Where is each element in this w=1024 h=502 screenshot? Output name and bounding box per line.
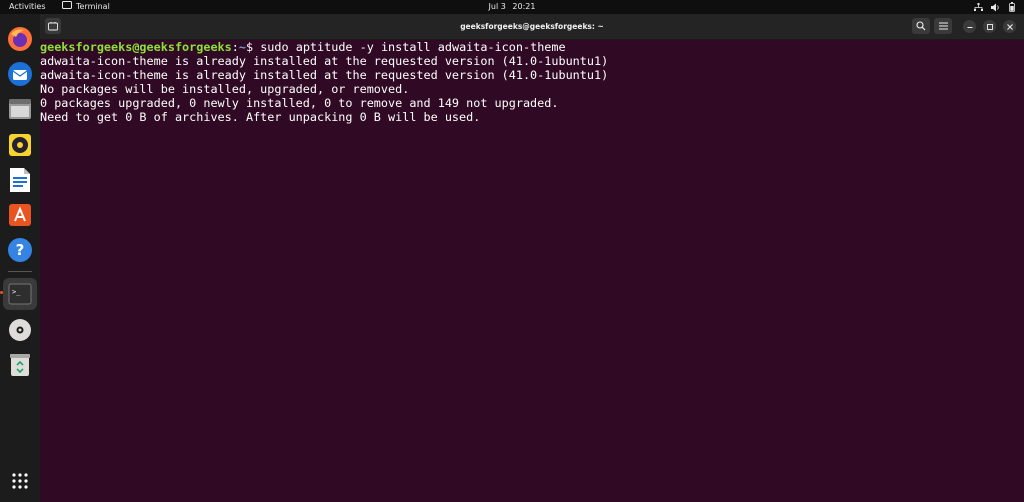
prompt-symbol: $ [245, 40, 261, 54]
output-line: adwaita-icon-theme is already installed … [40, 54, 609, 68]
help-icon-glyph: ? [16, 241, 25, 259]
dock: ? >_ [0, 14, 40, 502]
firefox-icon [8, 27, 32, 51]
output-line: Need to get 0 B of archives. After unpac… [40, 110, 481, 124]
trash-icon [10, 354, 30, 376]
files-icon [9, 99, 31, 119]
output-line: adwaita-icon-theme is already installed … [40, 68, 609, 82]
terminal-content[interactable]: geeksforgeeks@geeksforgeeks:~$ sudo apti… [40, 40, 1024, 502]
prompt-colon: : [231, 40, 239, 54]
menu-icon [938, 22, 948, 30]
prompt-line: geeksforgeeks@geeksforgeeks:~$ sudo apti… [40, 40, 566, 55]
dock-item-thunderbird[interactable] [6, 60, 34, 88]
dock-item-terminal[interactable]: >_ [6, 280, 34, 308]
terminal-icon-glyph: >_ [12, 288, 21, 296]
window-title: geeksforgeeks@geeksforgeeks: ~ [460, 22, 604, 31]
grid-icon [12, 473, 28, 489]
output-line: 0 packages upgraded, 0 newly installed, … [40, 96, 559, 110]
close-icon [1006, 23, 1013, 30]
minimize-icon [967, 26, 972, 28]
search-icon [916, 21, 926, 31]
dock-item-app-center[interactable] [6, 201, 34, 229]
clock-date: Jul 3 [488, 2, 506, 11]
help-icon: ? [8, 238, 32, 262]
output-line: No packages will be installed, upgraded,… [40, 82, 410, 96]
terminal-window: geeksforgeeks@geeksforgeeks: ~ geeksforg… [40, 14, 1024, 502]
app-center-icon [9, 204, 31, 226]
clock-time: 20:21 [512, 2, 536, 11]
dock-item-rhythmbox[interactable] [6, 131, 34, 159]
rhythmbox-icon [9, 134, 31, 156]
dock-item-libreoffice-writer[interactable] [6, 166, 34, 194]
running-indicator [0, 291, 3, 294]
maximize-icon [986, 23, 993, 30]
thunderbird-icon [8, 62, 32, 86]
dock-item-firefox[interactable] [6, 25, 34, 53]
dock-item-files[interactable] [6, 95, 34, 123]
search-button[interactable] [912, 18, 930, 34]
command-text: sudo aptitude -y install adwaita-icon-th… [260, 40, 566, 54]
show-apps-button[interactable] [6, 467, 34, 495]
close-button[interactable] [1003, 20, 1016, 33]
dock-item-disc[interactable] [6, 316, 34, 344]
prompt-user: geeksforgeeks@geeksforgeeks [40, 40, 232, 54]
title-bar[interactable]: geeksforgeeks@geeksforgeeks: ~ [40, 14, 1024, 40]
top-bar: Activities Terminal Jul 3 20:21 [0, 0, 1024, 14]
clock[interactable]: Jul 3 20:21 [0, 0, 1024, 14]
writer-icon [10, 168, 30, 192]
prompt-path: ~ [238, 40, 246, 54]
minimize-button[interactable] [963, 20, 976, 33]
terminal-icon: >_ [8, 283, 32, 305]
menu-button[interactable] [934, 18, 952, 34]
dock-item-help[interactable]: ? [6, 236, 34, 264]
dock-item-trash[interactable] [6, 351, 34, 379]
maximize-button[interactable] [983, 20, 996, 33]
disc-icon [9, 319, 31, 341]
dock-separator [8, 271, 32, 272]
